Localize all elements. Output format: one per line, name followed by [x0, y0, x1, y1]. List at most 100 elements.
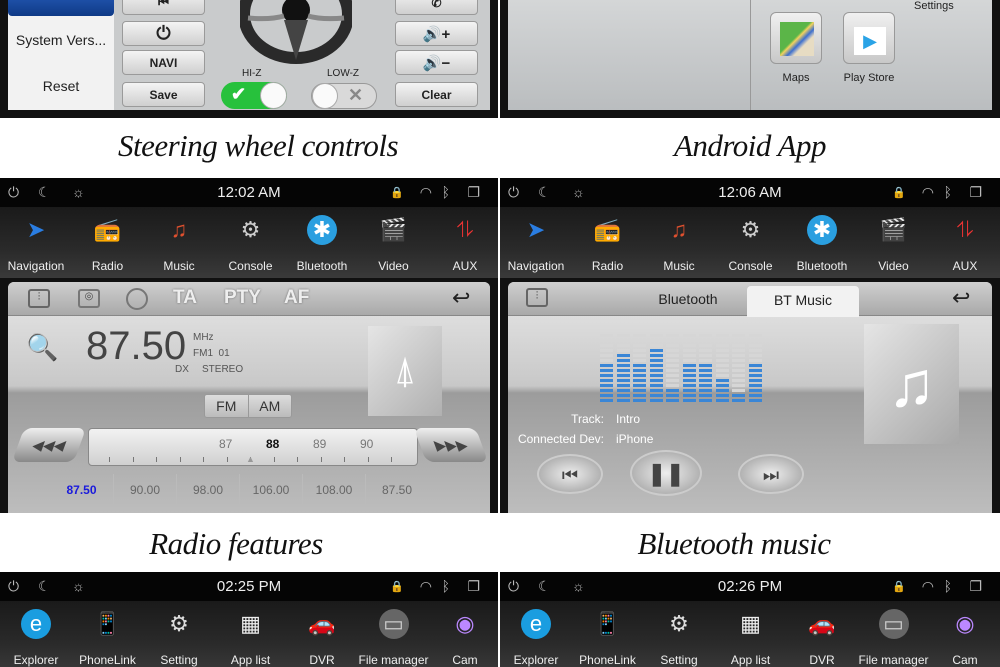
app-bluetooth[interactable]: ✱ Bluetooth: [286, 207, 358, 278]
eq-segment: [748, 354, 762, 357]
next-button[interactable]: ⏭: [738, 454, 804, 494]
app-list-icon: ▦: [240, 611, 261, 636]
equalizer-icon[interactable]: ⫶: [28, 289, 50, 308]
app-explorer[interactable]: e Explorer: [0, 601, 72, 667]
music-icon: ♫: [170, 217, 188, 242]
app-aux[interactable]: ⥮ AUX: [929, 207, 1000, 278]
eq-segment: [666, 384, 679, 387]
eq-segment: [649, 399, 663, 402]
pause-button[interactable]: ❚❚: [630, 450, 702, 496]
hi-z-label: HI-Z: [242, 68, 262, 79]
app-label: Maps: [782, 72, 810, 84]
eq-segment: [666, 394, 679, 397]
speaker-icon[interactable]: ◎: [78, 289, 100, 308]
eq-segment: [732, 379, 745, 382]
recent-apps-icon[interactable]: ❐: [969, 578, 982, 595]
previous-button[interactable]: ⏮: [537, 454, 603, 494]
seek-forward-button[interactable]: ▶▶▶: [413, 428, 489, 462]
app-video[interactable]: 🎬 Video: [358, 207, 430, 278]
app-setting[interactable]: ⚙ Setting: [643, 601, 715, 667]
recent-apps-icon[interactable]: ❐: [467, 184, 480, 201]
seek-forward-icon: ▶▶▶: [431, 437, 471, 453]
low-z-toggle[interactable]: ✕: [311, 83, 377, 109]
search-icon[interactable]: 🔍: [26, 332, 58, 363]
volume-down-button[interactable]: 🔊−: [395, 50, 478, 75]
preset-3[interactable]: 98.00: [176, 474, 239, 506]
app-video[interactable]: 🎬 Video: [858, 207, 930, 278]
app-phonelink[interactable]: 📱 PhoneLink: [572, 601, 644, 667]
preset-6[interactable]: 87.50: [365, 474, 428, 506]
app-dvr[interactable]: 🚗 DVR: [286, 601, 358, 667]
volume-up-button[interactable]: 🔊+: [395, 21, 478, 46]
pty-button[interactable]: PTY: [224, 287, 261, 309]
preset-2[interactable]: 90.00: [113, 474, 176, 506]
app-explorer[interactable]: e Explorer: [500, 601, 572, 667]
app-music[interactable]: ♫ Music: [143, 207, 215, 278]
clear-button[interactable]: Clear: [395, 82, 478, 107]
sidebar-item-system-version[interactable]: System Vers...: [8, 32, 114, 48]
app-file-manager[interactable]: ▭ File manager: [358, 601, 430, 667]
app-radio[interactable]: 📻 Radio: [572, 207, 644, 278]
app-music[interactable]: ♫ Music: [643, 207, 715, 278]
navigation-icon: ➤: [26, 217, 46, 242]
app-play-store[interactable]: ▶ Play Store: [839, 12, 899, 84]
back-icon[interactable]: ↩: [952, 285, 970, 311]
frequency-dial[interactable]: 87 88 89 90 ▲: [88, 428, 418, 466]
equalizer-icon[interactable]: ⫶: [526, 288, 548, 307]
app-dvr[interactable]: 🚗 DVR: [786, 601, 858, 667]
app-setting[interactable]: ⚙ Setting: [143, 601, 215, 667]
eq-segment: [748, 349, 762, 352]
scan-icon[interactable]: [126, 288, 148, 310]
dial-tick: [156, 457, 157, 462]
eq-segment: [633, 389, 646, 392]
recent-apps-icon[interactable]: ❐: [969, 184, 982, 201]
preset-5[interactable]: 108.00: [302, 474, 365, 506]
back-icon[interactable]: ↩: [452, 285, 470, 311]
settings-label[interactable]: Settings: [914, 0, 954, 12]
eq-segment: [748, 374, 762, 377]
app-app-list[interactable]: ▦ App list: [215, 601, 287, 667]
fm-button[interactable]: FM: [205, 395, 249, 417]
eq-segment: [715, 364, 729, 367]
app-cam[interactable]: ◉ Cam: [929, 601, 1000, 667]
recent-apps-icon[interactable]: ❐: [467, 578, 480, 595]
eq-segment: [699, 359, 712, 362]
eq-segment: [600, 354, 613, 357]
af-button[interactable]: AF: [284, 287, 309, 309]
preset-1[interactable]: 87.50: [50, 474, 113, 506]
hi-z-toggle[interactable]: ✔: [221, 82, 287, 109]
app-cam[interactable]: ◉ Cam: [429, 601, 498, 667]
app-radio[interactable]: 📻 Radio: [72, 207, 144, 278]
app-file-manager[interactable]: ▭ File manager: [858, 601, 930, 667]
eq-segment: [649, 364, 663, 367]
app-phonelink[interactable]: 📱 PhoneLink: [72, 601, 144, 667]
navi-button[interactable]: NAVI: [122, 50, 205, 75]
video-icon: 🎬: [879, 217, 908, 242]
eq-segment: [732, 359, 745, 362]
app-navigation[interactable]: ➤ Navigation: [0, 207, 72, 278]
radio-icon: 📻: [93, 217, 122, 242]
ta-button[interactable]: TA: [173, 287, 197, 309]
app-console[interactable]: ⚙ Console: [215, 207, 287, 278]
sidebar-item-selected[interactable]: [8, 0, 114, 16]
save-button[interactable]: Save: [122, 82, 205, 107]
eq-segment: [699, 349, 712, 352]
power-button[interactable]: ⏻: [122, 21, 205, 46]
phone-button[interactable]: ✆: [395, 0, 478, 15]
am-button[interactable]: AM: [249, 395, 292, 417]
app-bluetooth[interactable]: ✱ Bluetooth: [786, 207, 858, 278]
eq-segment: [666, 399, 679, 402]
seek-back-button[interactable]: ◀◀◀: [11, 428, 87, 462]
sidebar-item-reset[interactable]: Reset: [8, 78, 114, 94]
previous-track-button[interactable]: ⏮: [122, 0, 205, 15]
app-aux[interactable]: ⥮ AUX: [429, 207, 498, 278]
app-maps[interactable]: Maps: [770, 12, 822, 84]
dial-tick: [320, 457, 322, 462]
tab-bt-music[interactable]: BT Music: [747, 286, 859, 317]
tab-bluetooth[interactable]: Bluetooth: [633, 291, 743, 307]
preset-4[interactable]: 106.00: [239, 474, 302, 506]
app-navigation[interactable]: ➤ Navigation: [500, 207, 572, 278]
eq-segment: [748, 389, 762, 392]
app-console[interactable]: ⚙ Console: [715, 207, 787, 278]
app-app-list[interactable]: ▦ App list: [715, 601, 787, 667]
